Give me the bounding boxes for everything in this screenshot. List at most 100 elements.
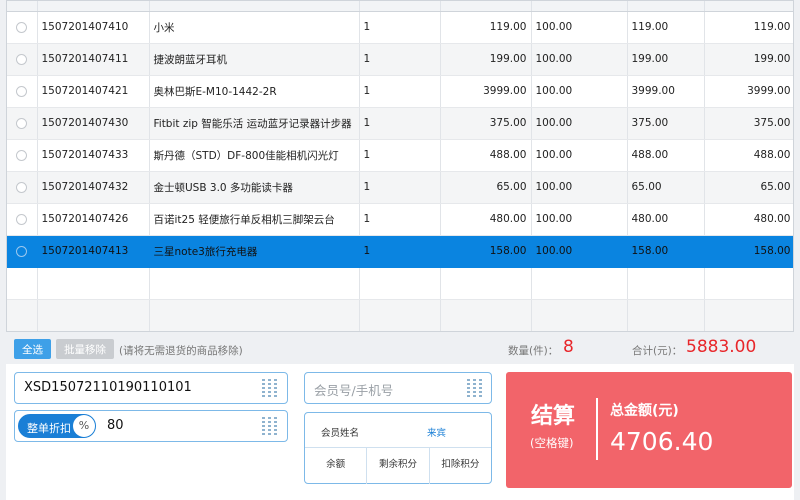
row-name: 奥林巴斯E-M10-1442-2R [149,75,360,108]
table-row[interactable]: 1507201407432 金士顿USB 3.0 多功能读卡器 1 65.00 100.… [7,171,793,204]
row-discount-price: 488.00 [627,139,705,172]
row-qty: 1 [359,235,441,268]
row-discount-price: 65.00 [627,171,705,204]
header-price [440,1,532,12]
row-price: 3999.00 [440,75,532,108]
header-discount-price [627,1,705,12]
row-discount: 100.00 [531,235,628,268]
row-discount-price: 3999.00 [627,75,705,108]
keypad-icon[interactable] [467,379,483,397]
row-qty: 1 [359,11,441,44]
header-discount [531,1,628,12]
member-stats-row: 余额 剩余积分 扣除积分 [305,447,491,484]
row-discount-price: 375.00 [627,107,705,140]
header-radio [7,1,38,12]
row-qty: 1 [359,107,441,140]
quantity-label: 数量(件)： [508,345,559,357]
discount-toggle-label: 整单折扣 [27,422,71,435]
select-all-button[interactable]: 全选 [14,339,51,359]
total-amount-label: 总金额(元) [610,403,679,419]
row-code: 1507201407411 [37,43,150,76]
table-row[interactable]: 1507201407411 捷波朗蓝牙耳机 1 199.00 100.00 199.00 1… [7,43,793,76]
row-subtotal: 3999.00 [704,75,793,108]
row-name: 三星note3旅行充电器 [149,235,360,268]
member-search-input[interactable]: 会员号/手机号 [304,372,492,404]
row-discount: 100.00 [531,203,628,236]
row-name: 捷波朗蓝牙耳机 [149,43,360,76]
empty-cell [7,267,38,300]
row-discount: 100.00 [531,139,628,172]
total-label: 合计(元)： [632,345,683,357]
table-row[interactable]: 1507201407430 Fitbit zip 智能乐活 运动蓝牙记录器计步器 1… [7,107,793,140]
deduct-points-label: 扣除积分 [441,459,480,470]
row-code: 1507201407426 [37,203,150,236]
row-price: 119.00 [440,11,532,44]
row-qty: 1 [359,203,441,236]
empty-cell [704,299,793,331]
quantity-value: 8 [563,337,574,357]
table-row[interactable]: 1507201407421 奥林巴斯E-M10-1442-2R 1 3999.00 10… [7,75,793,108]
row-discount-price: 480.00 [627,203,705,236]
batch-remove-button[interactable]: 批量移除 [56,339,114,359]
row-select-cell [7,235,38,268]
row-qty: 1 [359,75,441,108]
discount-field[interactable]: 整单折扣 % 80 [14,410,288,442]
table-row[interactable]: 1507201407410 小米 1 119.00 100.00 119.00 119.00 [7,11,793,44]
row-discount: 100.00 [531,171,628,204]
row-price: 158.00 [440,235,532,268]
order-number-field[interactable]: XSD15072110190110101 [14,372,288,404]
member-name-value: 来宾 [427,428,447,439]
row-radio[interactable] [16,53,28,65]
empty-row [7,299,793,331]
checkout-panel: XSD15072110190110101 整单折扣 % 80 会员号/手机号 会… [6,364,794,500]
empty-cell [440,299,532,331]
row-radio[interactable] [16,213,28,225]
empty-cell [149,299,360,331]
row-select-cell [7,43,38,76]
table-row[interactable]: 1507201407413 三星note3旅行充电器 1 158.00 100.00 15… [7,235,793,268]
row-price: 199.00 [440,43,532,76]
row-code: 1507201407430 [37,107,150,140]
keypad-icon[interactable] [262,379,278,397]
row-subtotal: 65.00 [704,171,793,204]
header-qty [359,1,441,12]
row-discount-price: 119.00 [627,11,705,44]
empty-cell [531,299,628,331]
empty-cell [440,267,532,300]
row-subtotal: 375.00 [704,107,793,140]
table-header [7,1,793,12]
row-radio[interactable] [16,117,28,129]
row-select-cell [7,11,38,44]
table-row[interactable]: 1507201407433 斯丹德（STD）DF-800佳能相机闪光灯 1 488.0… [7,139,793,172]
discount-toggle[interactable]: 整单折扣 % [18,414,96,438]
row-name: 百诺it25 轻便旅行单反相机三脚架云台 [149,203,360,236]
empty-cell [7,299,38,331]
table-row[interactable]: 1507201407426 百诺it25 轻便旅行单反相机三脚架云台 1 480.00… [7,203,793,236]
row-select-cell [7,75,38,108]
row-qty: 1 [359,171,441,204]
row-radio[interactable] [16,181,28,193]
row-name: 斯丹德（STD）DF-800佳能相机闪光灯 [149,139,360,172]
empty-cell [37,267,150,300]
balance-label: 余额 [305,448,368,484]
row-select-cell [7,203,38,236]
row-name: 金士顿USB 3.0 多功能读卡器 [149,171,360,204]
row-radio[interactable] [16,21,28,33]
row-price: 480.00 [440,203,532,236]
empty-cell [359,267,441,300]
empty-cell [704,267,793,300]
row-radio[interactable] [16,85,28,97]
row-discount: 100.00 [531,107,628,140]
row-code: 1507201407421 [37,75,150,108]
empty-cell [531,267,628,300]
points-label: 剩余积分 [367,448,430,484]
empty-row [7,267,793,300]
row-radio[interactable] [16,149,28,161]
empty-cell [359,299,441,331]
row-discount-price: 158.00 [627,235,705,268]
row-discount-price: 199.00 [627,43,705,76]
row-select-cell [7,139,38,172]
row-radio[interactable] [16,245,28,257]
keypad-icon[interactable] [262,417,278,435]
checkout-button[interactable]: 结算 (空格键) 总金额(元) 4706.40 [506,372,792,488]
